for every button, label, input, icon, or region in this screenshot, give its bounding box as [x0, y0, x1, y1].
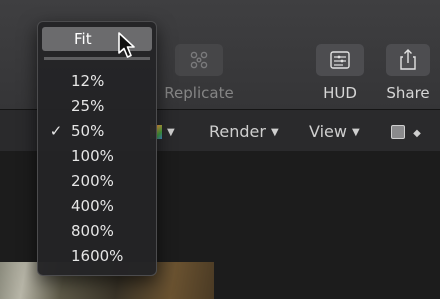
up-down-chevron-icon: ◆ [413, 128, 421, 139]
share-icon [386, 44, 430, 76]
menu-item-label: 12% [71, 72, 105, 90]
hud-icon [316, 44, 364, 76]
view-menu-label: View [309, 122, 347, 141]
hud-label: HUD [323, 84, 357, 102]
menu-item-800[interactable]: 800% [38, 219, 156, 244]
chevron-down-icon: ▼ [351, 127, 360, 138]
mouse-cursor-icon [118, 32, 135, 58]
menu-item-label: 100% [71, 147, 114, 165]
replicate-button[interactable]: Replicate [163, 44, 235, 102]
menu-item-200[interactable]: 200% [38, 169, 156, 194]
menu-item-label: 400% [71, 197, 114, 215]
share-button[interactable]: Share [372, 44, 440, 102]
share-label: Share [386, 84, 430, 102]
chevron-down-icon: ▼ [270, 127, 279, 138]
menu-item-label: 1600% [71, 247, 124, 265]
replicate-icon [175, 44, 223, 76]
menu-item-label: 50% [71, 122, 105, 140]
menu-item-label: 800% [71, 222, 114, 240]
square-icon [391, 125, 405, 139]
view-menu[interactable]: View ▼ [309, 122, 360, 141]
menu-item-label: 25% [71, 97, 105, 115]
zoom-menu: Fit 12% 25% ✓ 50% 100% 200% 400% 800% 16… [37, 21, 157, 276]
menu-item-50[interactable]: ✓ 50% [38, 119, 156, 144]
checkmark-icon: ✓ [49, 122, 63, 140]
menu-item-400[interactable]: 400% [38, 194, 156, 219]
menu-item-25[interactable]: 25% [38, 94, 156, 119]
menu-item-100[interactable]: 100% [38, 144, 156, 169]
render-menu-label: Render [209, 122, 266, 141]
menu-item-1600[interactable]: 1600% [38, 244, 156, 269]
display-options-menu[interactable]: ◆ [391, 122, 421, 141]
chevron-down-icon: ▼ [167, 127, 175, 138]
menu-item-label: 200% [71, 172, 114, 190]
replicate-label: Replicate [164, 84, 234, 102]
hud-button[interactable]: HUD [304, 44, 376, 102]
render-menu[interactable]: Render ▼ [209, 122, 279, 141]
menu-item-12[interactable]: 12% [38, 69, 156, 94]
